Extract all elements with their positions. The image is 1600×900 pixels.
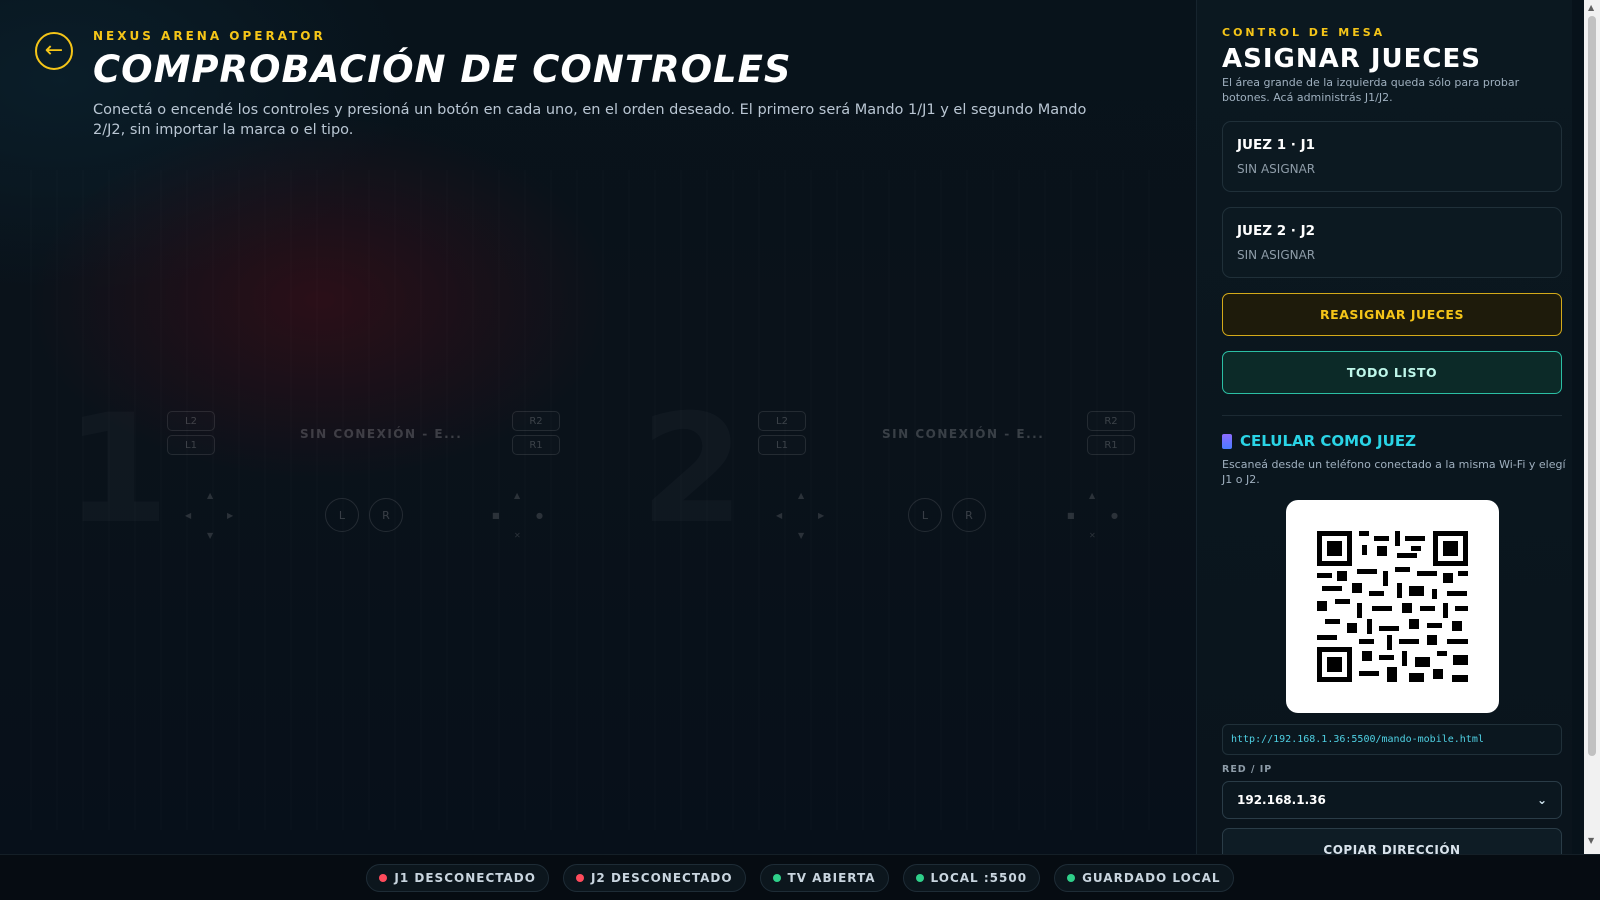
judges-sidebar: CONTROL DE MESA ASIGNAR JUECES El área g…: [1196, 0, 1572, 854]
judge-name: JUEZ 2 · J2: [1237, 223, 1316, 239]
status-dot-icon: [772, 873, 781, 882]
right-stick: R: [369, 498, 403, 532]
shoulder-r2: R2: [512, 411, 560, 431]
phone-judge-description: Escaneá desde un teléfono conectado a la…: [1222, 458, 1566, 486]
app-kicker: NEXUS ARENA OPERATOR: [93, 29, 326, 43]
reassign-judges-button[interactable]: REASIGNAR JUECES: [1222, 293, 1562, 336]
back-arrow-icon: ←: [44, 38, 64, 63]
controller-panel-2: 2 L2 L1 SIN CONEXIÓN - E... R2 R1 ▲ ◀ ▶ ▼ …: [640, 395, 1196, 555]
status-chip-label: GUARDADO LOCAL: [1082, 870, 1221, 885]
scroll-down-icon[interactable]: ▼: [1588, 836, 1594, 845]
face-buttons-icon: ▲ ■ ● ✕: [1067, 491, 1118, 540]
divider: [1222, 415, 1562, 416]
status-chip-j1: J1 DESCONECTADO: [366, 863, 549, 892]
controller-status: SIN CONEXIÓN - E...: [882, 427, 1045, 441]
status-dot-icon: [379, 873, 388, 882]
ip-select-value: 192.168.1.36: [1237, 793, 1326, 807]
judge-name: JUEZ 1 · J1: [1237, 137, 1316, 153]
page-description: Conectá o encendé los controles y presio…: [93, 102, 1087, 138]
status-chip-saved: GUARDADO LOCAL: [1054, 863, 1234, 892]
status-dot-icon: [575, 873, 584, 882]
shoulder-l2: L2: [758, 411, 806, 431]
status-chip-label: TV ABIERTA: [787, 870, 876, 885]
ip-label: RED / IP: [1222, 764, 1273, 775]
shoulder-l2: L2: [167, 411, 215, 431]
controller-panel-1: 1 L2 L1 SIN CONEXIÓN - E... R2 R1 ▲ ◀ ▶ ▼ …: [65, 395, 625, 555]
judge-state: SIN ASIGNAR: [1237, 248, 1316, 262]
controller-number: 2: [640, 383, 745, 557]
judge-card-j2[interactable]: JUEZ 2 · J2 SIN ASIGNAR: [1222, 207, 1562, 278]
all-ready-button[interactable]: TODO LISTO: [1222, 351, 1562, 394]
shoulder-r1: R1: [512, 435, 560, 455]
controller-test-area: ← NEXUS ARENA OPERATOR COMPROBACIÓN DE C…: [0, 0, 1196, 854]
status-chip-label: J1 DESCONECTADO: [394, 870, 536, 885]
right-stick: R: [952, 498, 986, 532]
status-chip-local: LOCAL :5500: [902, 863, 1041, 892]
phone-judge-heading: CELULAR COMO JUEZ: [1222, 432, 1416, 450]
sidebar-title: ASIGNAR JUECES: [1222, 44, 1481, 74]
back-button[interactable]: ←: [35, 32, 73, 70]
status-bar: J1 DESCONECTADO J2 DESCONECTADO TV ABIER…: [0, 854, 1600, 900]
scroll-up-icon[interactable]: ▲: [1588, 3, 1594, 12]
chevron-down-icon: ⌄: [1536, 793, 1547, 807]
sidebar-kicker: CONTROL DE MESA: [1222, 26, 1386, 39]
shoulder-l1: L1: [758, 435, 806, 455]
dpad-icon: ▲ ◀ ▶ ▼: [776, 491, 825, 540]
qr-code-icon: [1317, 531, 1468, 682]
controller-number: 1: [65, 383, 170, 557]
status-dot-icon: [1067, 873, 1076, 882]
dpad-icon: ▲ ◀ ▶ ▼: [185, 491, 234, 540]
judge-state: SIN ASIGNAR: [1237, 162, 1316, 176]
shoulder-r2: R2: [1087, 411, 1135, 431]
shoulder-l1: L1: [167, 435, 215, 455]
scroll-thumb[interactable]: [1588, 16, 1596, 756]
copy-address-button[interactable]: COPIAR DIRECCIÓN: [1222, 828, 1562, 854]
status-chip-label: LOCAL :5500: [930, 870, 1028, 885]
controller-status: SIN CONEXIÓN - E...: [300, 427, 463, 441]
left-stick: L: [908, 498, 942, 532]
qr-code: [1286, 500, 1499, 713]
mobile-phone-icon: [1222, 433, 1232, 449]
left-stick: L: [325, 498, 359, 532]
shoulder-r1: R1: [1087, 435, 1135, 455]
status-chip-tv: TV ABIERTA: [759, 863, 889, 892]
page-title: COMPROBACIÓN DE CONTROLES: [93, 48, 792, 91]
scrollbar[interactable]: ▲ ▼: [1584, 0, 1600, 854]
status-dot-icon: [915, 873, 924, 882]
phone-judge-title: CELULAR COMO JUEZ: [1240, 432, 1416, 450]
phone-url-field[interactable]: http://192.168.1.36:5500/mando-mobile.ht…: [1222, 724, 1562, 755]
judge-card-j1[interactable]: JUEZ 1 · J1 SIN ASIGNAR: [1222, 121, 1562, 192]
status-chip-j2: J2 DESCONECTADO: [562, 863, 746, 892]
sidebar-description: El área grande de la izquierda queda sól…: [1222, 76, 1520, 104]
status-chip-label: J2 DESCONECTADO: [590, 870, 733, 885]
face-buttons-icon: ▲ ■ ● ✕: [492, 491, 543, 540]
ip-select[interactable]: 192.168.1.36 ⌄: [1222, 781, 1562, 819]
